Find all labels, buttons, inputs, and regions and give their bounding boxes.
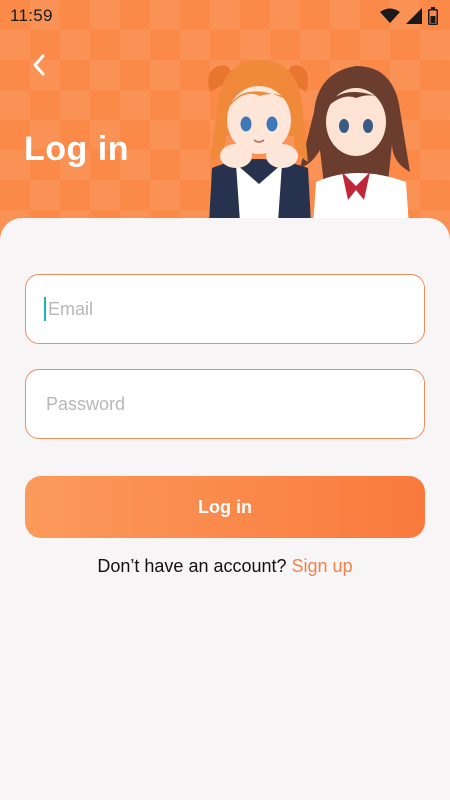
password-input[interactable]: [44, 392, 424, 416]
login-button[interactable]: Log in: [25, 476, 425, 538]
email-field[interactable]: [25, 274, 425, 344]
status-icons: [380, 7, 438, 25]
chevron-left-icon: [33, 54, 45, 76]
page-title: Log in: [24, 130, 129, 168]
email-input[interactable]: [46, 297, 424, 321]
character-illustration: [208, 60, 410, 242]
battery-icon: [428, 7, 438, 25]
status-bar: 11:59: [0, 0, 450, 32]
password-field[interactable]: [25, 369, 425, 439]
signal-icon: [406, 8, 422, 24]
signup-prompt-text: Don’t have an account?: [97, 556, 292, 576]
status-time: 11:59: [10, 6, 53, 25]
signup-link[interactable]: Sign up: [292, 556, 353, 576]
signup-prompt-row: Don’t have an account? Sign up: [0, 556, 450, 577]
wifi-icon: [380, 8, 400, 23]
back-button[interactable]: [22, 48, 56, 82]
